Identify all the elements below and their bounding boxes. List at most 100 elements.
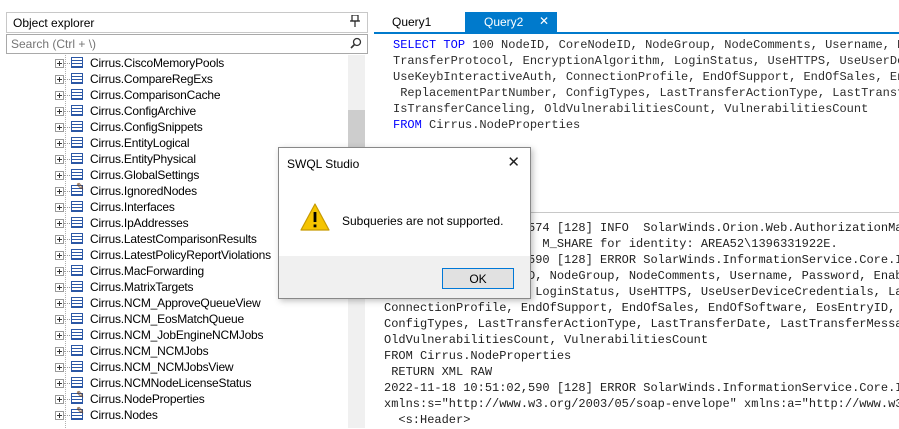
- tree-connector: [64, 255, 70, 256]
- code-line: ReplacementPartNumber, ConfigTypes, Last…: [393, 86, 899, 100]
- tree-item[interactable]: Cirrus.CompareRegExs: [6, 71, 346, 87]
- expand-icon[interactable]: [55, 347, 64, 356]
- expand-icon[interactable]: [55, 283, 64, 292]
- expand-icon[interactable]: [55, 331, 64, 340]
- tree-item-label: Cirrus.LatestComparisonResults: [90, 232, 257, 246]
- expand-icon[interactable]: [55, 411, 64, 420]
- object-explorer-header: Object explorer: [6, 12, 368, 33]
- table-icon: [71, 105, 83, 116]
- expand-icon[interactable]: [55, 235, 64, 244]
- table-icon: [71, 73, 83, 84]
- tree-item-label: Cirrus.CiscoMemoryPools: [90, 56, 225, 70]
- code-text: 100 NodeID, CoreNodeID, NodeGroup, NodeC…: [472, 38, 899, 52]
- expand-icon[interactable]: [55, 123, 64, 132]
- expand-icon[interactable]: [55, 59, 64, 68]
- search-input[interactable]: [9, 36, 343, 52]
- tree-connector: [64, 143, 70, 144]
- log-line: ConfigTypes, LastTransferActionType, Las…: [384, 317, 899, 331]
- code-line: SELECT TOP 100 NodeID, CoreNodeID, NodeG…: [393, 38, 899, 52]
- table-icon: [71, 121, 83, 132]
- tree-item[interactable]: Cirrus.NodeProperties: [6, 390, 346, 407]
- tree-connector: [64, 287, 70, 288]
- tree-connector: [64, 319, 70, 320]
- expand-icon[interactable]: [55, 219, 64, 228]
- log-line: RETURN XML RAW: [384, 365, 493, 379]
- table-icon: [71, 57, 83, 68]
- tree-item-label: Cirrus.NCMNodeLicenseStatus: [90, 376, 252, 390]
- expand-icon[interactable]: [55, 171, 64, 180]
- table-icon: [71, 281, 83, 292]
- expand-icon[interactable]: [55, 251, 64, 260]
- object-explorer-search[interactable]: [6, 34, 368, 54]
- dialog-message: Subqueries are not supported.: [342, 214, 504, 228]
- sql-keyword: TOP: [443, 38, 466, 52]
- close-tab-icon[interactable]: ✕: [539, 14, 549, 28]
- expand-icon[interactable]: [55, 203, 64, 212]
- expand-icon[interactable]: [55, 91, 64, 100]
- tree-item[interactable]: Cirrus.NCM_JobEngineNCMJobs: [6, 327, 346, 343]
- tree-item[interactable]: Cirrus.ConfigArchive: [6, 103, 346, 119]
- search-icon[interactable]: [350, 37, 362, 52]
- tree-item-label: Cirrus.NCM_JobEngineNCMJobs: [90, 328, 264, 342]
- sql-keyword: FROM: [393, 118, 422, 132]
- close-icon[interactable]: ✕: [507, 153, 520, 171]
- pin-icon[interactable]: [350, 14, 360, 30]
- sql-keyword: SELECT: [393, 38, 437, 52]
- tree-item-label: Cirrus.GlobalSettings: [90, 168, 200, 182]
- tab-query2[interactable]: Query2 ✕: [465, 12, 557, 32]
- tree-connector: [64, 415, 70, 416]
- tree-item-label: Cirrus.NCM_EosMatchQueue: [90, 312, 244, 326]
- expand-icon[interactable]: [55, 363, 64, 372]
- tab-query1[interactable]: Query1: [382, 12, 464, 32]
- tree-connector: [64, 63, 70, 64]
- table-icon: [71, 361, 83, 372]
- tree-item-label: Cirrus.NCM_NCMJobs: [90, 344, 209, 358]
- table-icon: [71, 153, 83, 164]
- table-icon: [71, 345, 83, 356]
- tree-item-label: Cirrus.MatrixTargets: [90, 280, 194, 294]
- code-line: UseKeybInteractiveAuth, ConnectionProfil…: [393, 70, 899, 84]
- table-icon: [71, 137, 83, 148]
- table-icon: [71, 377, 83, 388]
- tab-label: Query2: [484, 15, 524, 29]
- expand-icon[interactable]: [55, 395, 64, 404]
- expand-icon[interactable]: [55, 75, 64, 84]
- code-line: TransferProtocol, EncryptionAlgorithm, L…: [393, 54, 899, 68]
- table-icon: [71, 249, 83, 260]
- tree-connector: [64, 95, 70, 96]
- table-icon: [71, 217, 83, 228]
- expand-icon[interactable]: [55, 299, 64, 308]
- tree-item[interactable]: Cirrus.ComparisonCache: [6, 87, 346, 103]
- tree-item[interactable]: Cirrus.ConfigSnippets: [6, 119, 346, 135]
- expand-icon[interactable]: [55, 139, 64, 148]
- ok-button[interactable]: OK: [442, 268, 514, 289]
- tree-connector: [64, 223, 70, 224]
- log-line: FROM Cirrus.NodeProperties: [384, 349, 572, 363]
- tree-connector: [64, 351, 70, 352]
- tree-item[interactable]: Cirrus.NCMNodeLicenseStatus: [6, 375, 346, 391]
- tree-item-label: Cirrus.IpAddresses: [90, 216, 189, 230]
- table-icon: [71, 233, 83, 244]
- table-icon: [71, 169, 83, 180]
- tree-item[interactable]: Cirrus.Nodes: [6, 406, 346, 423]
- tree-connector: [64, 303, 70, 304]
- tree-connector: [64, 239, 70, 240]
- tree-item-label: Cirrus.ConfigSnippets: [90, 120, 203, 134]
- expand-icon[interactable]: [55, 155, 64, 164]
- expand-icon[interactable]: [55, 315, 64, 324]
- expand-icon[interactable]: [55, 379, 64, 388]
- expand-icon[interactable]: [55, 267, 64, 276]
- tree-item-label: Cirrus.ComparisonCache: [90, 88, 221, 102]
- expand-icon[interactable]: [55, 187, 64, 196]
- expand-icon[interactable]: [55, 107, 64, 116]
- tree-item[interactable]: Cirrus.NCM_NCMJobsView: [6, 359, 346, 375]
- tree-connector: [64, 399, 70, 400]
- table-edit-icon: [71, 390, 84, 404]
- tree-item-label: Cirrus.IgnoredNodes: [90, 184, 197, 198]
- tree-item-label: Cirrus.Nodes: [90, 408, 158, 422]
- table-icon: [71, 201, 83, 212]
- tree-connector: [64, 383, 70, 384]
- tree-item[interactable]: Cirrus.NCM_NCMJobs: [6, 343, 346, 359]
- tree-item[interactable]: Cirrus.NCM_EosMatchQueue: [6, 311, 346, 327]
- tree-item[interactable]: Cirrus.CiscoMemoryPools: [6, 55, 346, 71]
